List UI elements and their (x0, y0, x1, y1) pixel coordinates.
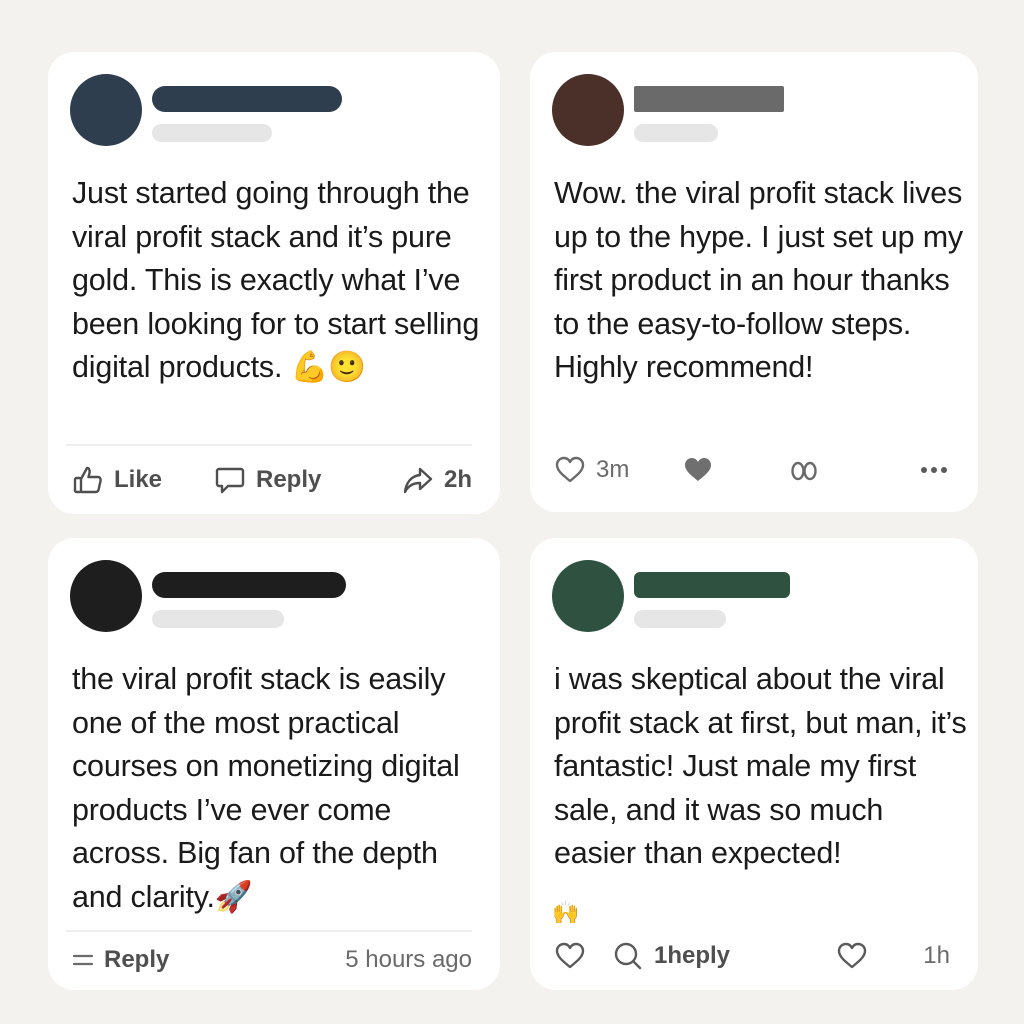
time-label: 3m (596, 456, 630, 483)
thumbs-up-icon (72, 464, 104, 496)
post-text: Just started going through the viral pro… (72, 176, 480, 384)
like-label: Like (114, 466, 163, 493)
username-placeholder[interactable] (634, 572, 790, 598)
meta-placeholder (634, 124, 718, 142)
reply-label: 1heply (654, 942, 731, 969)
action-bar: 1heply 1h (554, 934, 950, 978)
avatar[interactable] (552, 74, 624, 146)
meta-placeholder (152, 610, 284, 628)
love-button[interactable] (682, 448, 714, 492)
reply-label: Reply (256, 466, 322, 493)
heart-outline-icon (554, 940, 586, 972)
action-bar: Like Reply 2h (72, 458, 472, 502)
avatar[interactable] (70, 74, 142, 146)
heart-outline-icon (554, 454, 586, 486)
post-card: Wow. the viral profit stack lives up to … (530, 52, 978, 512)
action-bar: Reply 5 hours ago (72, 938, 472, 982)
more-button[interactable] (918, 448, 950, 492)
like-button[interactable] (554, 934, 586, 978)
view-button[interactable] (788, 448, 820, 492)
post-text: the viral profit stack is easily one of … (72, 662, 460, 914)
menu-lines-icon (72, 949, 94, 971)
timestamp: 1h (923, 934, 950, 978)
divider (66, 444, 472, 446)
username-placeholder[interactable] (152, 572, 346, 598)
more-dots-icon (918, 454, 950, 486)
time-label: 2h (443, 466, 472, 493)
eyes-icon (788, 454, 820, 486)
meta-placeholder (152, 124, 272, 142)
love-button[interactable] (836, 934, 868, 978)
post-text: Wow. the viral profit stack lives up to … (554, 176, 963, 384)
avatar[interactable] (70, 560, 142, 632)
avatar[interactable] (552, 560, 624, 632)
like-button[interactable]: Like (72, 458, 162, 502)
time-label: 5 hours ago (345, 946, 472, 973)
emoji: 🙌 (552, 900, 580, 925)
speech-bubble-icon (214, 464, 246, 496)
divider (66, 930, 472, 932)
emoji: 🚀 (214, 879, 253, 914)
reply-label: Reply (104, 946, 170, 973)
reply-button[interactable]: Reply (72, 938, 169, 982)
emoji: 💪🙂 (290, 350, 367, 384)
meta-placeholder (634, 610, 726, 628)
reply-button[interactable]: Reply (214, 458, 321, 502)
post-card: i was skeptical about the viral profit s… (530, 538, 978, 990)
heart-outline-icon (836, 940, 868, 972)
share-arrow-icon (402, 464, 434, 496)
username-placeholder[interactable] (152, 86, 342, 112)
username-placeholder[interactable] (634, 86, 784, 112)
post-card: the viral profit stack is easily one of … (48, 538, 500, 990)
action-bar: 3m (554, 448, 950, 492)
post-text: i was skeptical about the viral profit s… (554, 662, 967, 870)
time-label: 1h (923, 942, 950, 969)
like-button[interactable]: 3m (554, 448, 629, 492)
share-button[interactable]: 2h (402, 458, 472, 502)
timestamp: 5 hours ago (345, 938, 472, 982)
heart-filled-icon (682, 454, 714, 486)
post-card: Just started going through the viral pro… (48, 52, 500, 514)
reply-button[interactable]: 1heply (612, 934, 730, 978)
search-bubble-icon (612, 940, 644, 972)
